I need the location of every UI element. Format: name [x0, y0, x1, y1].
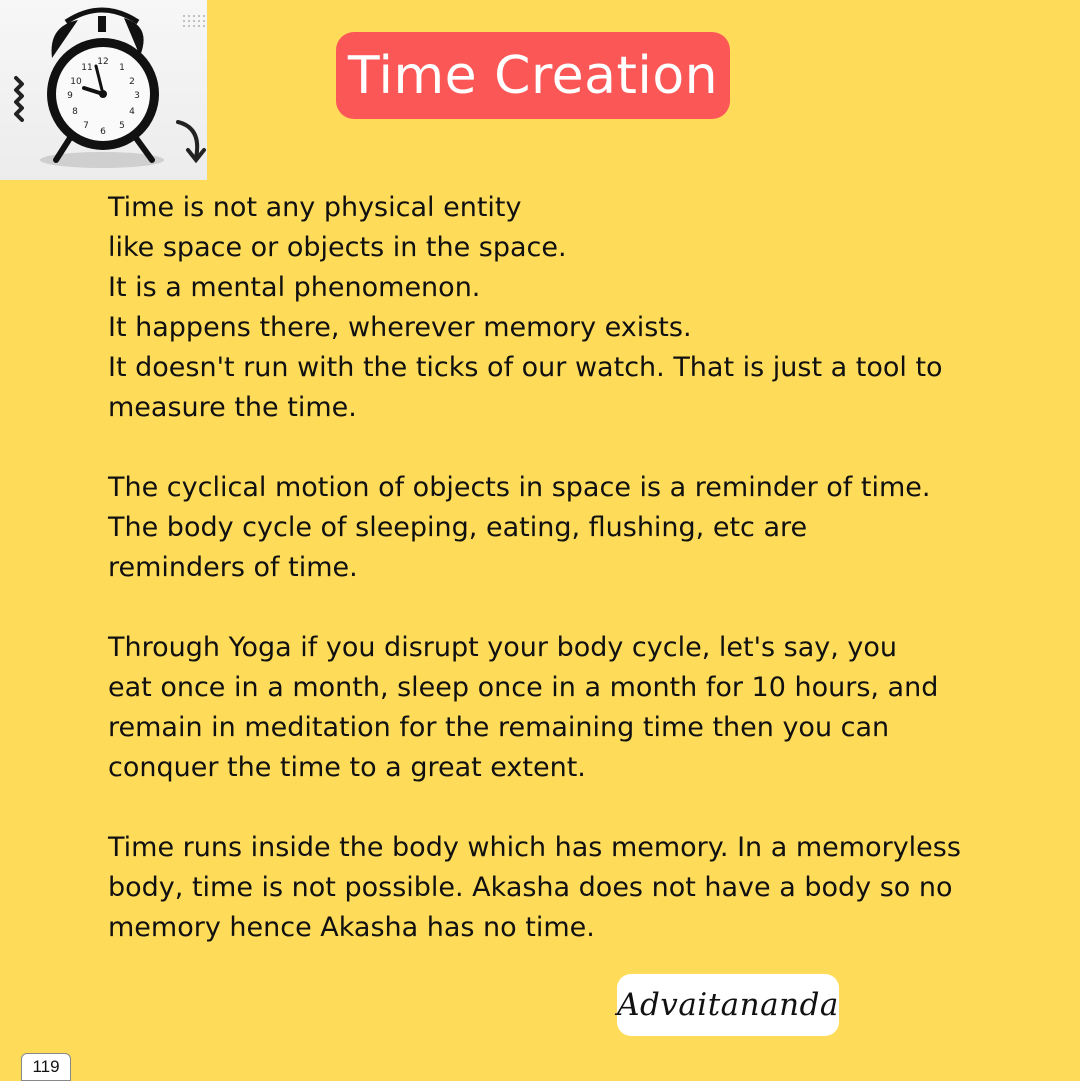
page-title: Time Creation — [347, 45, 719, 106]
text-line: Time runs inside the body which has memo… — [108, 832, 961, 863]
text-line: The body cycle of sleeping, eating, flus… — [108, 512, 808, 543]
clock-numeral: 8 — [72, 107, 78, 117]
text-line: memory hence Akasha has no time. — [108, 912, 595, 943]
text-line: eat once in a month, sleep once in a mon… — [108, 672, 939, 703]
paragraph: Time is not any physical entity like spa… — [108, 188, 1008, 428]
text-line: It happens there, wherever memory exists… — [108, 312, 692, 343]
text-line: The cyclical motion of objects in space … — [108, 472, 931, 503]
author-signature: Advaitananda — [617, 987, 839, 1023]
text-line: conquer the time to a great extent. — [108, 752, 586, 783]
text-line: Through Yoga if you disrupt your body cy… — [108, 632, 898, 663]
clock-numeral: 1 — [119, 63, 125, 73]
alarm-clock-image: 12 1 2 3 4 5 6 7 8 9 10 11 — [0, 0, 207, 180]
text-line: remain in meditation for the remaining t… — [108, 712, 890, 743]
paragraph: The cyclical motion of objects in space … — [108, 468, 1008, 588]
zigzag-decoration — [14, 76, 24, 122]
page-number: 119 — [21, 1053, 71, 1081]
clock-numeral: 4 — [129, 107, 135, 117]
clock-numeral: 10 — [70, 77, 82, 87]
clock-numeral: 6 — [100, 127, 106, 137]
text-line: It is a mental phenomenon. — [108, 272, 481, 303]
clock-numeral: 7 — [83, 121, 89, 131]
curved-arrow-icon — [176, 120, 206, 164]
text-line: like space or objects in the space. — [108, 232, 567, 263]
body-text: Time is not any physical entity like spa… — [108, 188, 1008, 948]
alarm-clock-icon: 12 1 2 3 4 5 6 7 8 9 10 11 — [14, 7, 206, 168]
clock-numeral: 11 — [81, 63, 92, 73]
text-line: reminders of time. — [108, 552, 358, 583]
clock-numeral: 3 — [134, 91, 140, 101]
paragraph: Through Yoga if you disrupt your body cy… — [108, 628, 1008, 788]
paragraph: Time runs inside the body which has memo… — [108, 828, 1008, 948]
dot-grid-decoration — [183, 15, 205, 27]
clock-numeral: 5 — [119, 121, 125, 131]
clock-numeral: 2 — [129, 77, 135, 87]
clock-numeral: 9 — [67, 91, 73, 101]
text-line: It doesn't run with the ticks of our wat… — [108, 352, 943, 383]
signature-badge: Advaitananda — [617, 974, 839, 1036]
text-line: body, time is not possible. Akasha does … — [108, 872, 953, 903]
clock-numeral: 12 — [97, 57, 108, 67]
text-line: measure the time. — [108, 392, 357, 423]
text-line: Time is not any physical entity — [108, 192, 522, 223]
title-banner: Time Creation — [336, 32, 730, 119]
